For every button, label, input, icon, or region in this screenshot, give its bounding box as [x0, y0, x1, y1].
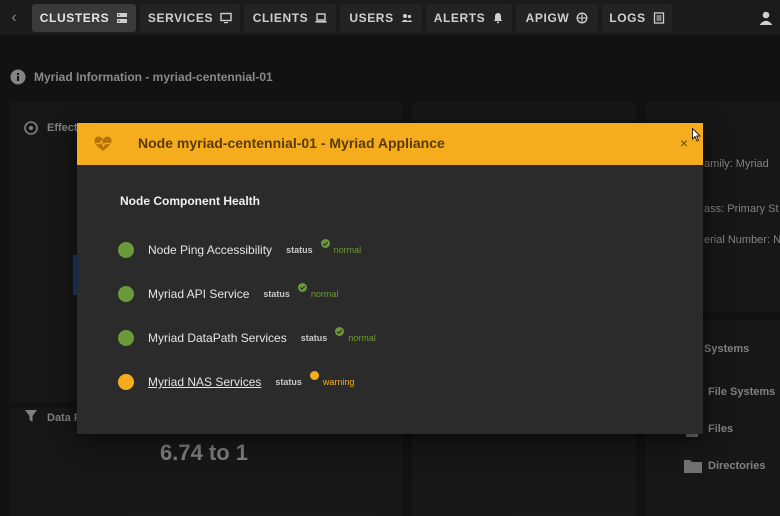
tab-label: CLUSTERS	[39, 11, 110, 25]
tab-label: USERS	[349, 11, 394, 25]
tab-clients[interactable]: CLIENTS	[244, 4, 336, 32]
heart-pulse-icon	[94, 136, 112, 151]
laptop-icon	[315, 13, 327, 23]
check-circle-icon	[297, 283, 307, 292]
component-row: Myriad API Service status normal	[118, 283, 339, 304]
nas-services-link[interactable]: Myriad NAS Services	[148, 375, 261, 389]
top-nav: ‹ CLUSTERS SERVICES CLIENTS USERS ALERTS…	[0, 0, 780, 36]
globe-icon	[576, 12, 588, 24]
status-label: status	[286, 245, 313, 255]
logs-icon	[653, 12, 664, 24]
status-label: status	[300, 333, 328, 343]
tab-label: APIGW	[525, 11, 570, 25]
user-icon[interactable]	[758, 10, 774, 26]
status-dot	[118, 286, 134, 302]
tab-users[interactable]: USERS	[340, 4, 422, 32]
status-dot	[118, 330, 134, 346]
component-name: Myriad API Service	[148, 287, 250, 301]
dialog-title: Node myriad-centennial-01 - Myriad Appli…	[138, 135, 445, 151]
component-row: Node Ping Accessibility status normal	[118, 239, 362, 260]
server-icon	[117, 13, 128, 23]
tab-label: CLIENTS	[252, 11, 309, 25]
status-value: normal	[333, 245, 362, 255]
section-heading: Node Component Health	[120, 194, 260, 208]
component-row: Myriad NAS Services status warning	[118, 371, 355, 392]
status-dot	[118, 374, 134, 390]
tab-label: SERVICES	[147, 11, 214, 25]
component-name: Myriad DataPath Services	[148, 331, 287, 345]
status-value: warning	[322, 377, 355, 387]
tab-apigw[interactable]: APIGW	[516, 4, 598, 32]
tab-clusters[interactable]: CLUSTERS	[32, 4, 136, 32]
check-circle-icon	[335, 327, 345, 336]
component-row: Myriad DataPath Services status normal	[118, 327, 376, 348]
mouse-cursor-icon	[692, 128, 701, 142]
close-button[interactable]: ×	[677, 136, 691, 150]
tab-alerts[interactable]: ALERTS	[426, 4, 512, 32]
status-dot	[118, 242, 134, 258]
tab-services[interactable]: SERVICES	[140, 4, 240, 32]
dialog-header: Node myriad-centennial-01 - Myriad Appli…	[77, 123, 703, 165]
tab-logs[interactable]: LOGS	[602, 4, 672, 32]
status-label: status	[275, 377, 302, 387]
chevron-left-icon[interactable]: ‹	[6, 8, 22, 28]
node-dialog: Node myriad-centennial-01 - Myriad Appli…	[77, 123, 703, 434]
warning-dot-icon	[309, 371, 319, 380]
tab-label: LOGS	[609, 11, 646, 25]
status-value: normal	[348, 333, 376, 343]
status-value: normal	[310, 289, 339, 299]
tab-label: ALERTS	[433, 11, 486, 25]
status-label: status	[263, 289, 290, 299]
check-circle-icon	[320, 239, 330, 248]
bell-icon	[494, 13, 503, 24]
monitor-icon	[220, 12, 232, 24]
component-name: Node Ping Accessibility	[148, 243, 273, 257]
users-icon	[401, 14, 413, 22]
